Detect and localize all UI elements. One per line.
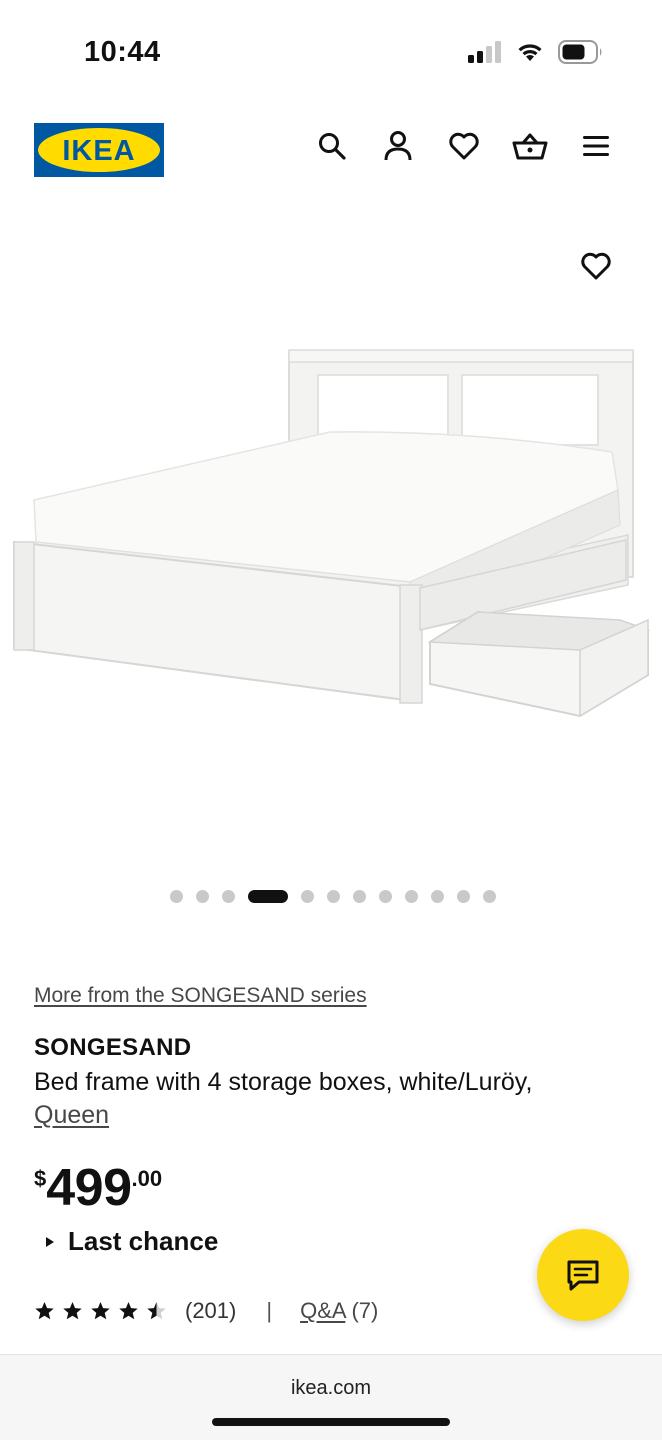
search-button[interactable]: [314, 128, 350, 164]
home-indicator[interactable]: [212, 1418, 450, 1426]
status-bar: 10:44: [0, 0, 662, 100]
product-description: Bed frame with 4 storage boxes, white/Lu…: [34, 1066, 634, 1132]
status-icons: [468, 40, 604, 64]
ikea-logo[interactable]: IKEA: [34, 123, 164, 177]
favourites-button[interactable]: [446, 128, 482, 164]
carousel-dot[interactable]: [405, 889, 418, 903]
price-currency: $: [34, 1166, 47, 1191]
carousel-dot[interactable]: [379, 889, 392, 903]
save-to-favourites-button[interactable]: [578, 248, 614, 284]
search-icon: [319, 133, 346, 160]
svg-text:IKEA: IKEA: [62, 135, 135, 167]
carousel-dot[interactable]: [222, 889, 235, 903]
carousel-dot[interactable]: [248, 889, 288, 903]
rating-count[interactable]: (201): [185, 1298, 236, 1324]
caret-right-icon: [46, 1236, 54, 1247]
wifi-icon: [518, 44, 542, 61]
ratings-row: (201) | Q&A (7): [34, 1298, 378, 1324]
star-icon: [119, 1302, 138, 1320]
gallery-pagination[interactable]: [0, 888, 662, 904]
account-button[interactable]: [380, 128, 416, 164]
product-image[interactable]: [0, 330, 662, 750]
qa-link[interactable]: Q&A (7): [300, 1298, 378, 1324]
status-time: 10:44: [84, 36, 161, 68]
carousel-dot[interactable]: [170, 889, 183, 903]
carousel-dot[interactable]: [196, 889, 209, 903]
carousel-dot[interactable]: [457, 889, 470, 903]
header-nav: [314, 128, 614, 164]
last-chance-label: Last chance: [68, 1226, 219, 1256]
chat-button[interactable]: [537, 1229, 629, 1321]
browser-bar: ikea.com: [0, 1354, 662, 1440]
size-link[interactable]: Queen: [34, 1101, 109, 1129]
carousel-dot[interactable]: [327, 889, 340, 903]
product-description-text: Bed frame with 4 storage boxes, white/Lu…: [34, 1068, 533, 1096]
rating-stars[interactable]: [34, 1301, 167, 1321]
carousel-dot[interactable]: [301, 889, 314, 903]
product-info: More from the SONGESAND series SONGESAND…: [34, 984, 634, 1132]
menu-icon: [583, 136, 609, 156]
carousel-dot[interactable]: [431, 889, 444, 903]
product-name: SONGESAND: [34, 1034, 192, 1061]
product-gallery[interactable]: [0, 200, 662, 920]
star-icon: [91, 1302, 110, 1320]
menu-button[interactable]: [578, 128, 614, 164]
battery-icon: [558, 40, 602, 64]
heart-icon: [581, 252, 611, 280]
heart-icon: [449, 132, 479, 160]
star-icon: [147, 1302, 166, 1320]
url-bar[interactable]: ikea.com: [0, 1377, 662, 1400]
product-price: $ 499 .00: [34, 1160, 162, 1216]
price-integer: 499: [46, 1159, 132, 1217]
carousel-dot[interactable]: [483, 889, 496, 903]
signal-icon: [468, 41, 501, 63]
cart-button[interactable]: [512, 128, 548, 164]
price-decimal: .00: [131, 1166, 163, 1191]
carousel-dot[interactable]: [353, 889, 366, 903]
account-icon: [384, 131, 412, 161]
rating-separator: |: [266, 1298, 273, 1323]
cart-icon: [512, 133, 548, 160]
qa-count: (7): [345, 1298, 379, 1323]
chat-icon: [567, 1260, 599, 1291]
star-icon: [63, 1302, 82, 1320]
series-link[interactable]: More from the SONGESAND series: [34, 984, 634, 1008]
last-chance-toggle[interactable]: Last chance: [46, 1226, 218, 1257]
qa-label: Q&A: [300, 1298, 346, 1323]
star-icon: [35, 1302, 54, 1320]
site-header: IKEA: [0, 118, 662, 182]
